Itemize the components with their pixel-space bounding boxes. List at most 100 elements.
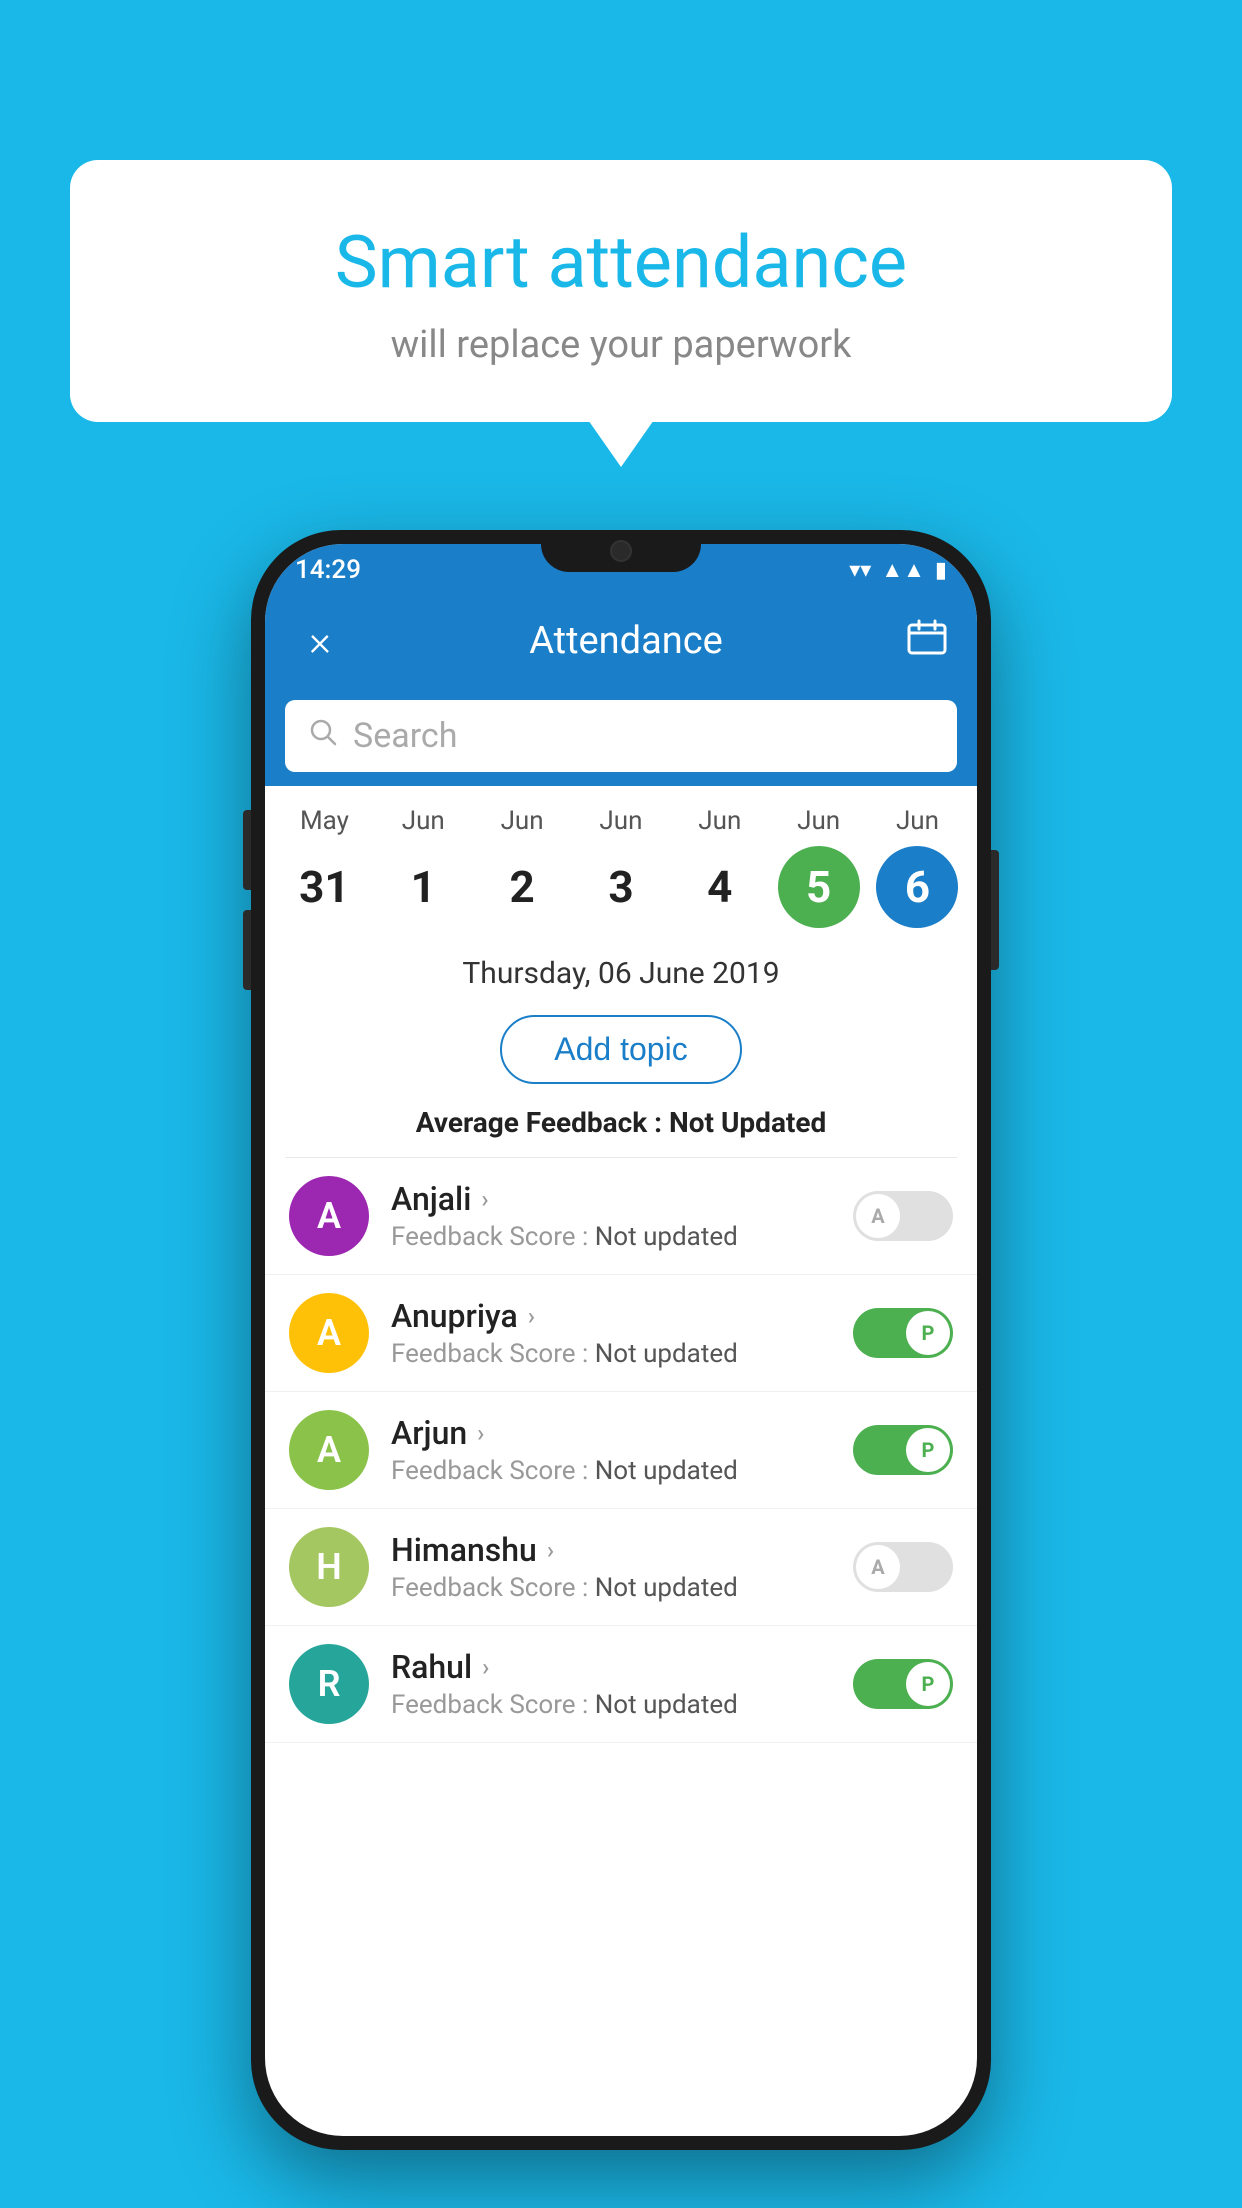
- chevron-icon: ›: [528, 1302, 535, 1330]
- speech-bubble-container: Smart attendance will replace your paper…: [70, 160, 1172, 422]
- calendar-day-5[interactable]: Jun 5: [774, 806, 864, 928]
- calendar-icon[interactable]: [907, 619, 947, 664]
- vol-up-button[interactable]: [243, 810, 251, 890]
- cal-month-label: Jun: [402, 806, 445, 836]
- student-feedback: Feedback Score : Not updated: [391, 1690, 853, 1720]
- student-name[interactable]: Himanshu ›: [391, 1531, 853, 1569]
- battery-icon: ▮: [935, 558, 947, 583]
- toggle-knob: A: [856, 1545, 900, 1589]
- avg-feedback-value: Not Updated: [669, 1106, 826, 1139]
- student-name[interactable]: Arjun ›: [391, 1414, 853, 1452]
- student-avatar: R: [289, 1644, 369, 1724]
- phone-notch: [541, 530, 701, 572]
- student-row: R Rahul › Feedback Score : Not updated P: [265, 1626, 977, 1743]
- toggle-knob: A: [856, 1194, 900, 1238]
- calendar-day-4[interactable]: Jun 4: [675, 806, 765, 928]
- student-row: A Arjun › Feedback Score : Not updated P: [265, 1392, 977, 1509]
- cal-month-label: Jun: [599, 806, 642, 836]
- search-icon: [309, 718, 337, 754]
- chevron-icon: ›: [482, 1653, 489, 1681]
- power-button[interactable]: [991, 850, 999, 970]
- cal-month-label: Jun: [698, 806, 741, 836]
- attendance-toggle[interactable]: A: [853, 1542, 953, 1592]
- cal-month-label: Jun: [896, 806, 939, 836]
- phone-outer: 14:29 ▾▾ ▲▲ ▮ × Attendance: [251, 530, 991, 2150]
- cal-date-number[interactable]: 5: [778, 846, 860, 928]
- student-name[interactable]: Rahul ›: [391, 1648, 853, 1686]
- toggle-container: P: [853, 1659, 953, 1709]
- app-title: Attendance: [529, 619, 723, 663]
- cal-date-number[interactable]: 3: [580, 846, 662, 928]
- average-feedback: Average Feedback : Not Updated: [265, 1102, 977, 1157]
- student-row: A Anupriya › Feedback Score : Not updated P: [265, 1275, 977, 1392]
- toggle-container: A: [853, 1191, 953, 1241]
- search-bar[interactable]: Search: [285, 700, 957, 772]
- student-feedback: Feedback Score : Not updated: [391, 1222, 853, 1252]
- student-avatar: A: [289, 1293, 369, 1373]
- student-info: Arjun › Feedback Score : Not updated: [391, 1414, 853, 1486]
- toggle-container: P: [853, 1425, 953, 1475]
- attendance-toggle[interactable]: P: [853, 1425, 953, 1475]
- add-topic-button[interactable]: Add topic: [500, 1015, 741, 1084]
- student-row: H Himanshu › Feedback Score : Not updatedA: [265, 1509, 977, 1626]
- vol-down-button[interactable]: [243, 910, 251, 990]
- cal-date-number[interactable]: 31: [283, 846, 365, 928]
- student-avatar: A: [289, 1410, 369, 1490]
- search-container: Search: [265, 686, 977, 786]
- phone-screen: 14:29 ▾▾ ▲▲ ▮ × Attendance: [265, 544, 977, 2136]
- calendar-day-0[interactable]: May 31: [279, 806, 369, 928]
- toggle-knob: P: [906, 1662, 950, 1706]
- front-camera: [610, 540, 632, 562]
- phone-container: 14:29 ▾▾ ▲▲ ▮ × Attendance: [251, 530, 991, 2150]
- chevron-icon: ›: [547, 1536, 554, 1564]
- bubble-subtitle: will replace your paperwork: [130, 323, 1112, 367]
- selected-date-label: Thursday, 06 June 2019: [265, 956, 977, 991]
- student-info: Anupriya › Feedback Score : Not updated: [391, 1297, 853, 1369]
- bubble-title: Smart attendance: [130, 220, 1112, 305]
- toggle-knob: P: [906, 1311, 950, 1355]
- attendance-toggle[interactable]: P: [853, 1308, 953, 1358]
- student-info: Rahul › Feedback Score : Not updated: [391, 1648, 853, 1720]
- speech-bubble: Smart attendance will replace your paper…: [70, 160, 1172, 422]
- student-name[interactable]: Anupriya ›: [391, 1297, 853, 1335]
- chevron-icon: ›: [477, 1419, 484, 1447]
- cal-date-number[interactable]: 1: [382, 846, 464, 928]
- chevron-icon: ›: [481, 1185, 488, 1213]
- close-button[interactable]: ×: [295, 617, 345, 666]
- status-time: 14:29: [295, 555, 361, 585]
- attendance-toggle[interactable]: A: [853, 1191, 953, 1241]
- calendar-day-2[interactable]: Jun 2: [477, 806, 567, 928]
- add-topic-container: Add topic: [265, 1001, 977, 1102]
- calendar-day-3[interactable]: Jun 3: [576, 806, 666, 928]
- cal-date-number[interactable]: 2: [481, 846, 563, 928]
- cal-month-label: May: [300, 806, 349, 836]
- student-row: AAnjali ›Feedback Score : Not updatedA: [265, 1158, 977, 1275]
- cal-month-label: Jun: [501, 806, 544, 836]
- calendar-strip: May 31 Jun 1 Jun 2 Jun 3 Jun 4 Jun 5 Jun 6: [265, 786, 977, 938]
- student-avatar: H: [289, 1527, 369, 1607]
- cal-date-number[interactable]: 6: [876, 846, 958, 928]
- students-list: AAnjali ›Feedback Score : Not updatedAAA…: [265, 1158, 977, 1743]
- status-icons: ▾▾ ▲▲ ▮: [849, 557, 947, 583]
- calendar-day-6[interactable]: Jun 6: [872, 806, 962, 928]
- student-name[interactable]: Anjali ›: [391, 1180, 853, 1218]
- wifi-icon: ▾▾: [849, 558, 871, 583]
- student-info: Himanshu › Feedback Score : Not updated: [391, 1531, 853, 1603]
- attendance-toggle[interactable]: P: [853, 1659, 953, 1709]
- toggle-knob: P: [906, 1428, 950, 1472]
- signal-icon: ▲▲: [881, 557, 925, 583]
- app-header: × Attendance: [265, 596, 977, 686]
- student-feedback: Feedback Score : Not updated: [391, 1573, 853, 1603]
- cal-date-number[interactable]: 4: [679, 846, 761, 928]
- student-feedback: Feedback Score : Not updated: [391, 1339, 853, 1369]
- search-input[interactable]: Search: [353, 716, 457, 756]
- student-info: Anjali › Feedback Score : Not updated: [391, 1180, 853, 1252]
- avg-feedback-label: Average Feedback :: [416, 1106, 669, 1139]
- cal-month-label: Jun: [797, 806, 840, 836]
- student-avatar: A: [289, 1176, 369, 1256]
- toggle-container: A: [853, 1542, 953, 1592]
- student-feedback: Feedback Score : Not updated: [391, 1456, 853, 1486]
- date-label-container: Thursday, 06 June 2019: [265, 938, 977, 1001]
- calendar-day-1[interactable]: Jun 1: [378, 806, 468, 928]
- toggle-container: P: [853, 1308, 953, 1358]
